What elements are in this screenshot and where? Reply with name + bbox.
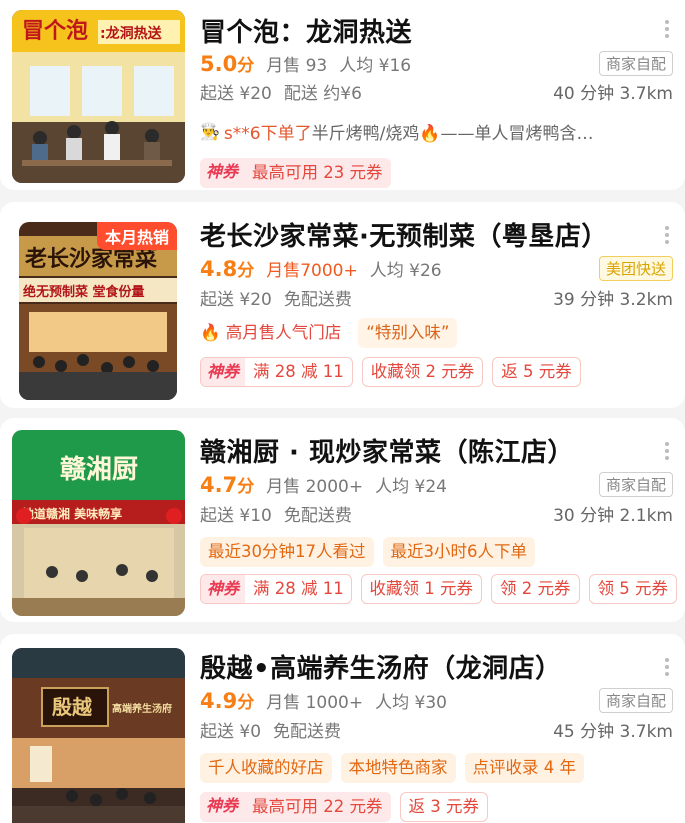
store-name[interactable]: 冒个泡：龙洞热送 — [200, 12, 412, 49]
store-score: 5.0分 — [200, 51, 255, 76]
shenquan-label: 神券 — [200, 158, 245, 188]
shenquan-coupon[interactable]: 神券 满 28 减 11 — [200, 357, 353, 387]
store-image[interactable]: 殷越 高端养生汤府 — [12, 648, 185, 823]
time-distance: 45 分钟 3.7km — [553, 721, 673, 742]
coupon-text: 最高可用 22 元券 — [252, 797, 383, 816]
more-options-icon[interactable] — [665, 20, 669, 41]
store-score: 4.7分 — [200, 472, 255, 497]
sign-main: 冒个泡 — [22, 18, 88, 44]
delivery-fee: 配送 约¥6 — [283, 83, 362, 104]
coupon-text: 满 28 减 11 — [253, 362, 344, 381]
monthly-sales: 月售 2000+ — [266, 476, 364, 497]
recent-order-line: 👨‍🍳 s**6下单了 半斤烤鸭/烧鸡🔥——单人冒烤鸭含… — [200, 117, 673, 145]
storefront-illustration: 冒个泡 :龙洞热送 — [12, 10, 185, 183]
shenquan-label: 神券 — [200, 792, 245, 822]
sign-sub: 绝无预制菜 堂食份量 — [23, 284, 145, 300]
avg-price: 人均 ¥24 — [375, 476, 447, 497]
more-options-icon[interactable] — [665, 226, 669, 247]
user-avatar-icon: 👨‍🍳 — [200, 121, 220, 141]
highlight-tag: 千人收藏的好店 — [200, 753, 332, 783]
delivery-fee: 免配送费 — [283, 289, 352, 310]
min-order: 起送 ¥20 — [200, 83, 272, 104]
coupon-tag[interactable]: 收藏领 2 元券 — [361, 357, 484, 387]
coupon-tag[interactable]: 收藏领 1 元券 — [360, 574, 482, 604]
store-score: 4.8分 — [200, 256, 255, 281]
sign-main: 殷越 — [52, 695, 93, 719]
min-order: 起送 ¥10 — [200, 505, 272, 526]
coupon-tag[interactable]: 领 2 元券 — [491, 574, 580, 604]
coupon-tag[interactable]: 返 5 元券 — [492, 357, 581, 387]
hot-sale-ribbon: 本月热销 — [96, 222, 177, 250]
storefront-illustration: 赣湘厨 地道赣湘 美味畅享 — [12, 430, 185, 616]
highlight-tag: 点评收录 4 年 — [464, 753, 584, 783]
coupon-tag[interactable]: 返 3 元券 — [399, 792, 489, 822]
highlight-tag: 最近30分钟17人看过 — [200, 537, 374, 567]
sign-sub: 高端养生汤府 — [112, 702, 172, 715]
store-score: 4.9分 — [200, 688, 255, 713]
storefront-illustration: 殷越 高端养生汤府 — [12, 648, 185, 823]
highlight-tag: 本地特色商家 — [340, 753, 456, 783]
shenquan-label: 神券 — [201, 358, 246, 386]
store-card[interactable]: 老长沙家常菜 绝无预制菜 堂食份量 本月热销 老长沙家常菜·无预制菜（粤垦店） … — [0, 202, 685, 408]
time-distance: 40 分钟 3.7km — [553, 83, 673, 104]
shenquan-label: 神券 — [201, 575, 246, 603]
more-options-icon[interactable] — [665, 658, 669, 679]
store-name[interactable]: 赣湘厨 · 现炒家常菜（陈江店） — [200, 432, 574, 469]
store-image[interactable]: 冒个泡 :龙洞热送 — [12, 10, 185, 183]
delivery-type-badge: 商家自配 — [598, 471, 673, 497]
monthly-sales: 月售7000+ — [266, 260, 358, 281]
sign-main: 赣湘厨 — [60, 454, 138, 485]
avg-price: 人均 ¥26 — [369, 260, 442, 281]
avg-price: 人均 ¥30 — [375, 692, 447, 713]
review-text: 半斤烤鸭/烧鸡🔥——单人冒烤鸭含… — [311, 123, 594, 144]
time-distance: 39 分钟 3.2km — [553, 289, 673, 310]
highlight-tag: 最近3小时6人下单 — [382, 537, 535, 567]
store-name[interactable]: 殷越•高端养生汤府（龙洞店） — [200, 648, 562, 685]
shenquan-coupon[interactable]: 神券 最高可用 22 元券 — [200, 792, 391, 822]
delivery-type-badge: 商家自配 — [598, 687, 673, 713]
monthly-sales: 月售 1000+ — [266, 692, 364, 713]
delivery-fee: 免配送费 — [283, 505, 352, 526]
coupon-text: 满 28 减 11 — [253, 579, 344, 598]
store-card[interactable]: 赣湘厨 地道赣湘 美味畅享 赣湘厨 · 现炒家常菜（陈江店） 4.7分 月售 2… — [0, 418, 685, 622]
store-image[interactable]: 赣湘厨 地道赣湘 美味畅享 — [12, 430, 185, 616]
review-user: s**6下单了 — [223, 123, 312, 144]
delivery-type-badge: 商家自配 — [598, 50, 673, 76]
fire-icon: 🔥 — [200, 323, 221, 342]
more-options-icon[interactable] — [665, 442, 669, 463]
shenquan-coupon[interactable]: 神券 满 28 减 11 — [200, 574, 352, 604]
time-distance: 30 分钟 2.1km — [553, 505, 673, 526]
min-order: 起送 ¥0 — [200, 721, 262, 742]
store-card[interactable]: 殷越 高端养生汤府 殷越•高端养生汤府（龙洞店） 4.9分 月售 1000+ 人… — [0, 634, 685, 823]
avg-price: 人均 ¥16 — [339, 55, 412, 76]
delivery-fee: 免配送费 — [273, 721, 342, 742]
shenquan-coupon[interactable]: 神券 最高可用 23 元券 — [200, 158, 391, 188]
monthly-sales: 月售 93 — [266, 55, 328, 76]
store-card[interactable]: 冒个泡 :龙洞热送 冒个泡：龙洞热送 5.0分 月售 93 人均 ¥16 商家自… — [0, 0, 685, 190]
delivery-type-badge: 美团快送 — [598, 255, 673, 281]
coupon-tag[interactable]: 领 5 元券 — [588, 574, 677, 604]
coupon-text: 最高可用 23 元券 — [252, 163, 383, 182]
sign-sub: :龙洞热送 — [100, 25, 163, 42]
store-name[interactable]: 老长沙家常菜·无预制菜（粤垦店） — [200, 216, 608, 253]
sign-sub: 地道赣湘 美味畅享 — [22, 506, 122, 521]
min-order: 起送 ¥20 — [200, 289, 272, 310]
highlight-tag: “特别入味” — [358, 318, 458, 348]
store-image[interactable]: 老长沙家常菜 绝无预制菜 堂食份量 本月热销 — [19, 222, 177, 400]
highlight-tag: 🔥 高月售人气门店 — [200, 323, 342, 342]
